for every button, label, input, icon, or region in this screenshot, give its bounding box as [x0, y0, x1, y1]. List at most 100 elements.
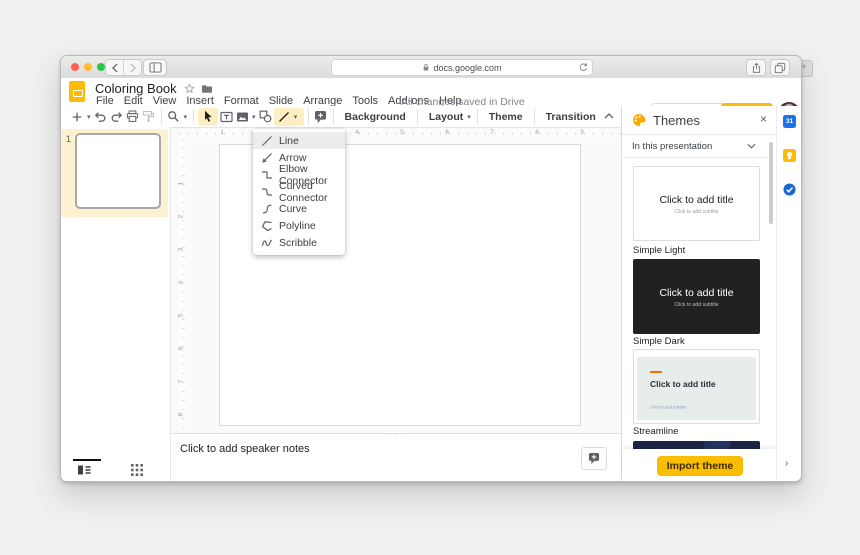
theme-preview-subtitle: Click to add subtitle	[674, 302, 719, 308]
line-tool-dropdown: Line Arrow Elbow Connector Curved Connec…	[253, 129, 345, 255]
keep-icon[interactable]	[783, 149, 796, 162]
undo-button[interactable]	[93, 108, 109, 126]
forward-button[interactable]	[123, 60, 141, 75]
notes-drag-handle[interactable]: · · ·	[388, 431, 404, 438]
filmstrip-view-button[interactable]	[77, 464, 92, 476]
move-to-folder-button[interactable]	[201, 84, 213, 94]
theme-card-simple-light[interactable]: Click to add title Click to add subtitle	[633, 166, 760, 241]
toolbar-divider	[332, 109, 334, 124]
new-slide-caret[interactable]: ▾	[85, 113, 93, 121]
filmstrip-view-icon	[78, 465, 91, 475]
caret-down-icon: ▾	[252, 113, 256, 121]
insert-image-caret[interactable]: ▾	[250, 113, 258, 121]
print-button[interactable]	[125, 108, 141, 126]
themes-panel-footer: Import theme	[622, 449, 776, 481]
vertical-ruler: 1 2 3 4 5 6 7 8	[177, 139, 188, 429]
theme-preview-subtitle: Click to add subtitle	[674, 209, 719, 215]
toolbar-divider	[307, 109, 309, 124]
scribble-icon	[261, 239, 272, 246]
theme-card-simple-dark[interactable]: Click to add title Click to add subtitle	[633, 259, 760, 334]
insert-image-button[interactable]	[234, 108, 250, 126]
paint-format-button[interactable]	[141, 108, 157, 126]
theme-button[interactable]: Theme	[482, 111, 530, 123]
theme-preview-subtitle: Click to add subtitle	[650, 405, 687, 411]
layout-button[interactable]: Layout	[422, 111, 465, 123]
close-window-button[interactable]	[71, 63, 79, 71]
theme-card-streamline[interactable]: Click to add title Click to add subtitle	[633, 349, 760, 424]
menu-item-scribble[interactable]: Scribble	[253, 234, 345, 251]
tasks-icon[interactable]	[783, 183, 796, 196]
address-bar[interactable]: docs.google.com	[331, 59, 593, 76]
layout-caret[interactable]: ▾	[465, 113, 473, 121]
back-button[interactable]	[106, 60, 123, 75]
minimize-window-button[interactable]	[84, 63, 92, 71]
slide-thumbnail[interactable]	[75, 133, 161, 209]
insert-shape-button[interactable]	[258, 108, 274, 126]
import-theme-button[interactable]: Import theme	[657, 456, 743, 476]
theme-label: Simple Light	[633, 245, 686, 256]
panel-scrollbar[interactable]	[769, 142, 773, 224]
new-slide-button[interactable]	[69, 108, 85, 126]
calendar-icon[interactable]: 31	[783, 115, 796, 128]
tab-overview-button[interactable]	[770, 59, 790, 76]
grid-view-icon	[131, 464, 143, 476]
text-box-button[interactable]	[218, 108, 234, 126]
theme-label: Streamline	[633, 426, 679, 437]
zoom-caret[interactable]: ▾	[182, 113, 190, 121]
menu-item-label: Curve	[279, 202, 308, 215]
image-icon	[236, 112, 248, 121]
zoom-button[interactable]	[166, 108, 182, 126]
ruler-mark: 2	[177, 214, 185, 219]
document-title[interactable]: Coloring Book	[95, 81, 177, 96]
menu-item-line[interactable]: Line	[253, 132, 345, 149]
paint-roller-icon	[142, 111, 155, 122]
caret-down-icon: ▾	[183, 113, 188, 121]
themes-panel-header: Themes ×	[622, 106, 776, 135]
ruler-mark: 4	[355, 129, 359, 136]
calendar-day: 31	[785, 118, 794, 125]
google-slides-logo[interactable]	[69, 81, 85, 102]
toolbar-divider	[160, 109, 162, 124]
speaker-notes-bar: · · · Click to add speaker notes	[171, 431, 621, 481]
magnifier-icon	[168, 111, 179, 122]
close-panel-button[interactable]: ×	[760, 112, 767, 126]
chevron-down-icon	[747, 143, 756, 149]
back-icon	[111, 63, 117, 72]
printer-icon	[126, 110, 139, 122]
undo-icon	[94, 112, 106, 122]
palette-icon	[633, 113, 646, 126]
zoom-window-button[interactable]	[97, 63, 105, 71]
speaker-notes-placeholder[interactable]: Click to add speaker notes	[180, 443, 310, 455]
menu-item-polyline[interactable]: Polyline	[253, 217, 345, 234]
hide-side-panel-button[interactable]: ›	[785, 458, 788, 469]
folder-icon	[202, 85, 212, 93]
themes-section-row[interactable]: In this presentation	[622, 134, 768, 158]
chevron-up-icon	[604, 113, 614, 119]
insert-comment-button[interactable]	[313, 108, 329, 126]
insert-line-caret[interactable]: ▾	[292, 113, 300, 121]
grid-view-button[interactable]	[131, 464, 143, 476]
theme-preview-title: Click to add title	[650, 379, 716, 389]
menu-item-curved-connector[interactable]: Curved Connector	[253, 180, 345, 204]
star-button[interactable]	[184, 83, 195, 94]
sidebar-toggle-button[interactable]	[143, 59, 167, 76]
comment-plus-icon	[315, 110, 327, 123]
explore-button[interactable]	[581, 447, 607, 470]
accent-dash	[650, 371, 662, 373]
ruler-mark: 8	[177, 412, 185, 417]
redo-button[interactable]	[109, 108, 125, 126]
themes-panel-title: Themes	[653, 113, 700, 128]
sidebar-icon	[149, 62, 161, 73]
share-page-button[interactable]	[746, 59, 766, 76]
ruler-mark: 1	[220, 129, 224, 136]
hide-menus-button[interactable]	[601, 108, 617, 124]
background-button[interactable]: Background	[338, 111, 413, 123]
reload-button[interactable]	[578, 62, 588, 73]
select-tool-button[interactable]	[198, 107, 219, 126]
slide-canvas-area: 1 2 3 4 5 6 7 8 9 10 1 2 3 4 5 6 7 8	[171, 127, 629, 433]
curved-connector-icon	[262, 187, 272, 196]
ruler-mark: 7	[177, 379, 185, 384]
insert-line-button-active[interactable]: ▾	[273, 107, 304, 126]
transition-button[interactable]: Transition	[539, 111, 603, 123]
browser-window: docs.google.com Coloring Book File Edit …	[60, 55, 802, 482]
